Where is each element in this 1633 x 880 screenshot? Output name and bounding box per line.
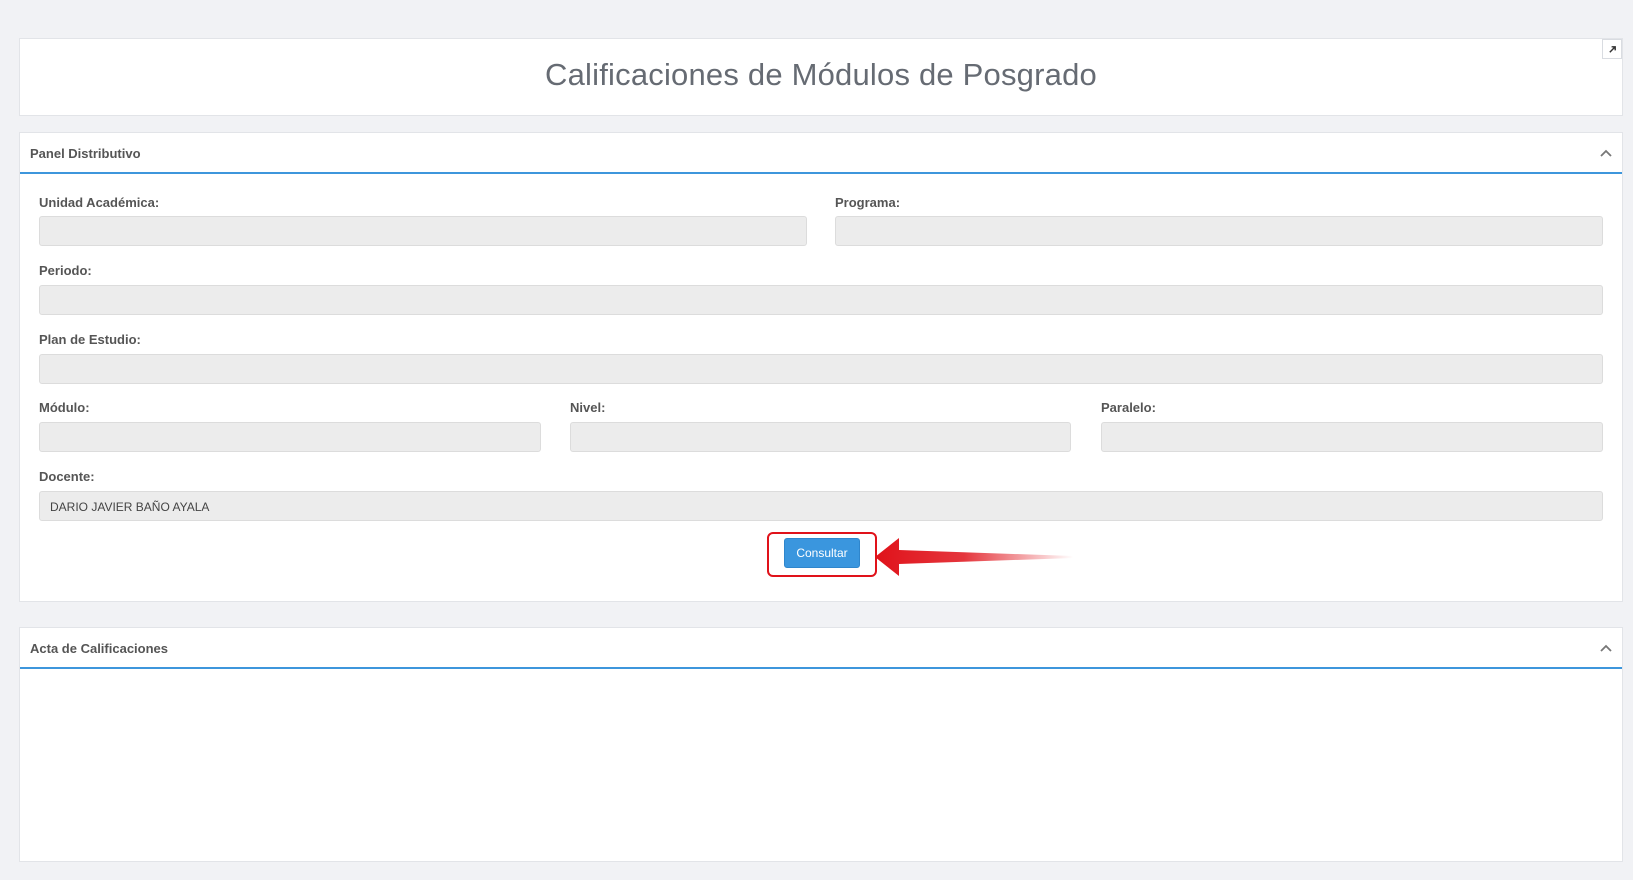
plan-estudio-select[interactable] — [39, 354, 1603, 384]
page-title: Calificaciones de Módulos de Posgrado — [545, 57, 1097, 92]
periodo-select[interactable] — [39, 285, 1603, 315]
docente-field[interactable]: DARIO JAVIER BAÑO AYALA — [39, 491, 1603, 521]
paralelo-select[interactable] — [1101, 422, 1603, 452]
panel-acta-header[interactable]: Acta de Calificaciones — [20, 628, 1622, 669]
page-header: Calificaciones de Módulos de Posgrado — [19, 38, 1623, 116]
consultar-button[interactable]: Consultar — [784, 538, 860, 568]
panel-distributivo-header[interactable]: Panel Distributivo — [20, 133, 1622, 174]
programa-select[interactable] — [835, 216, 1603, 246]
unidad-academica-select[interactable] — [39, 216, 807, 246]
expand-icon — [1608, 45, 1616, 53]
chevron-up-icon — [1600, 149, 1612, 157]
paralelo-label: Paralelo: — [1101, 400, 1156, 415]
panel-acta: Acta de Calificaciones — [19, 627, 1623, 862]
docente-label: Docente: — [39, 469, 95, 484]
collapse-button[interactable] — [1598, 640, 1614, 656]
periodo-label: Periodo: — [39, 263, 92, 278]
panel-acta-title: Acta de Calificaciones — [30, 641, 168, 656]
programa-label: Programa: — [835, 195, 901, 210]
chevron-up-icon — [1600, 644, 1612, 652]
collapse-button[interactable] — [1598, 145, 1614, 161]
expand-button[interactable] — [1602, 39, 1622, 59]
plan-estudio-label: Plan de Estudio: — [39, 332, 141, 347]
nivel-label: Nivel: — [570, 400, 606, 415]
panel-distributivo-title: Panel Distributivo — [30, 146, 141, 161]
unidad-academica-label: Unidad Académica: — [39, 195, 160, 210]
nivel-select[interactable] — [570, 422, 1071, 452]
modulo-label: Módulo: — [39, 400, 90, 415]
modulo-select[interactable] — [39, 422, 541, 452]
red-arrow-icon — [875, 538, 1073, 576]
